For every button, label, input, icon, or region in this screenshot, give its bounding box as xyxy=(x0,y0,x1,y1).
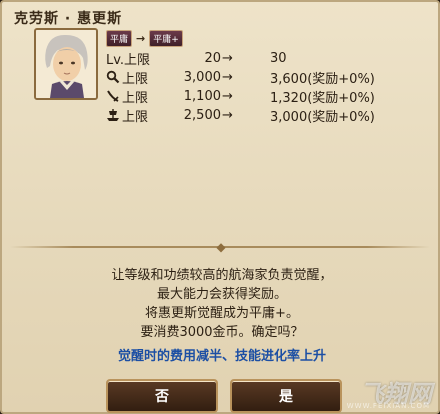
stat-next: 1,320(奖励+0%) xyxy=(270,90,375,106)
stat-label: 上限 xyxy=(122,109,149,125)
character-name: 克劳斯 · 惠更斯 xyxy=(14,11,123,27)
stat-arrow: → xyxy=(222,50,233,66)
character-portrait xyxy=(34,28,98,100)
message-line: 让等级和功绩较高的航海家负责觉醒， xyxy=(111,268,333,283)
stat-row-combat: 上限 1,100 → 1,320(奖励+0%) xyxy=(106,87,406,106)
stat-arrow: → xyxy=(222,107,233,123)
message-line: 要消费3000金币。确定吗？ xyxy=(140,325,304,340)
stat-next: 30 xyxy=(270,50,287,66)
stat-current: 1,100 xyxy=(183,88,221,104)
stat-label: Lv.上限 xyxy=(106,52,151,68)
sword-icon xyxy=(106,89,120,103)
bonus-notice: 觉醒时的费用减半、技能进化率上升 xyxy=(117,349,326,364)
rank-from-badge: 平庸 xyxy=(106,30,133,47)
stat-label: 上限 xyxy=(122,90,149,106)
divider-ornament-icon: ◆ xyxy=(216,240,226,254)
no-button[interactable]: 否 xyxy=(106,379,218,413)
ship-icon xyxy=(106,108,120,122)
rank-to-badge: 平庸+ xyxy=(149,30,183,47)
stat-arrow: → xyxy=(222,69,233,85)
stat-current: 2,500 xyxy=(183,107,221,123)
message-line: 最大能力会获得奖励。 xyxy=(156,287,287,302)
stat-label: 上限 xyxy=(122,71,149,87)
stat-row-trade: 上限 2,500 → 3,000(奖励+0%) xyxy=(106,106,406,125)
stat-row-exploration: 上限 3,000 → 3,600(奖励+0%) xyxy=(106,68,406,87)
rank-change: 平庸 → 平庸+ xyxy=(106,30,183,47)
stat-next: 3,600(奖励+0%) xyxy=(270,71,375,87)
stat-current: 20 xyxy=(204,50,221,66)
awaken-dialog: 克劳斯 · 惠更斯 平庸 → 平庸+ Lv.上限 20 → 30 上限 3,00… xyxy=(0,0,440,414)
portrait-image xyxy=(36,30,96,98)
stat-current: 3,000 xyxy=(183,69,221,85)
stat-row-level: Lv.上限 20 → 30 xyxy=(106,49,406,68)
yes-button[interactable]: 是 xyxy=(230,379,342,413)
stat-next: 3,000(奖励+0%) xyxy=(270,109,375,125)
message-line: 将惠更斯觉醒成为平庸+。 xyxy=(145,306,299,321)
watermark-url: WWW.FEIXIAN.COM xyxy=(346,402,430,410)
stat-arrow: → xyxy=(222,88,233,104)
magnifier-icon xyxy=(106,70,120,84)
rank-arrow: → xyxy=(136,32,146,45)
